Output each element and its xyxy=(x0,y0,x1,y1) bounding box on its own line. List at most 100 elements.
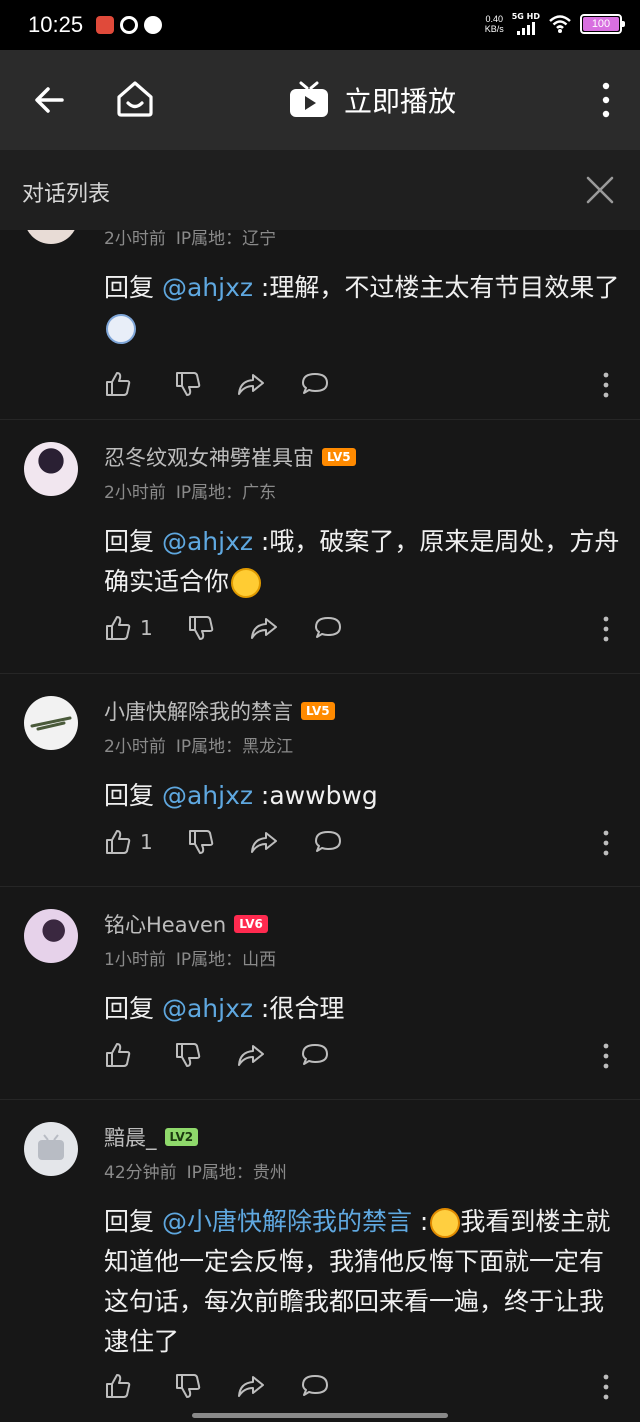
level-badge: LV2 xyxy=(164,1128,199,1146)
dislike-button[interactable] xyxy=(174,1041,202,1069)
dislike-button[interactable] xyxy=(174,370,202,398)
share-icon xyxy=(238,1045,264,1066)
comment-username[interactable]: 小唐快解除我的禁言 LV5 xyxy=(104,696,335,726)
comment-bubble-icon xyxy=(314,831,341,852)
reply-button[interactable] xyxy=(313,614,343,642)
share-icon xyxy=(238,374,264,395)
avatar[interactable] xyxy=(24,442,78,496)
more-options-icon[interactable] xyxy=(596,80,616,120)
thumbs-down-icon xyxy=(188,830,213,854)
share-button[interactable] xyxy=(249,614,279,642)
comment-item: 2小时前 IP属地：辽宁 回复 @ahjxz :理解，不过楼主太有节目效果了 xyxy=(0,230,640,420)
like-button[interactable]: 1 xyxy=(104,614,153,642)
reply-prefix: 回复 xyxy=(104,527,162,556)
thumbs-up-icon xyxy=(106,372,131,396)
comment-more-icon[interactable] xyxy=(602,1043,610,1069)
comment-more-icon[interactable] xyxy=(602,372,610,398)
home-icon[interactable] xyxy=(114,78,156,120)
like-button[interactable] xyxy=(104,1041,140,1069)
dislike-button[interactable] xyxy=(174,1372,202,1400)
battery-level: 100 xyxy=(583,16,619,31)
share-button[interactable] xyxy=(249,828,279,856)
net-speed-unit: KB/s xyxy=(484,23,504,34)
comment-more-icon[interactable] xyxy=(602,616,610,642)
comment-actions xyxy=(104,370,364,398)
ip-location: 广东 xyxy=(242,483,277,503)
comment-actions: 1 xyxy=(104,614,377,642)
wifi-icon xyxy=(549,14,571,33)
ip-label: IP属地： xyxy=(175,230,243,249)
fan-icon xyxy=(120,16,138,34)
avatar[interactable] xyxy=(24,909,78,963)
comment-actions xyxy=(104,1041,364,1069)
level-badge: LV5 xyxy=(322,448,356,466)
mention-link[interactable]: @小唐快解除我的禁言 xyxy=(162,1207,412,1236)
dislike-button[interactable] xyxy=(187,614,215,642)
comment-time: 1小时前 xyxy=(104,950,166,970)
dialog-title: 对话列表 xyxy=(22,182,111,207)
comment-actions: 1 xyxy=(104,828,377,856)
reply-prefix: 回复 xyxy=(104,781,162,810)
close-icon[interactable] xyxy=(584,174,616,206)
ip-location: 黑龙江 xyxy=(242,737,294,757)
tv-play-icon xyxy=(290,81,328,117)
comment-item: 忍冬纹观女神劈崔具宙 LV5 2小时前 IP属地：广东 回复 @ahjxz :哦，… xyxy=(0,420,640,674)
ip-location: 辽宁 xyxy=(242,230,277,249)
comment-bubble-icon xyxy=(314,617,341,638)
share-button[interactable] xyxy=(236,370,266,398)
like-button[interactable] xyxy=(104,1372,140,1400)
cellular-signal-icon: 5G HD xyxy=(512,12,540,35)
ip-label: IP属地： xyxy=(186,1163,253,1183)
back-arrow-icon[interactable] xyxy=(30,80,70,120)
like-button[interactable]: 1 xyxy=(104,828,153,856)
dislike-button[interactable] xyxy=(187,828,215,856)
avatar[interactable] xyxy=(24,230,78,244)
comment-more-icon[interactable] xyxy=(602,1374,610,1400)
comment-bubble-icon xyxy=(302,373,328,394)
thumbs-down-icon xyxy=(188,616,213,640)
avatar[interactable] xyxy=(24,1122,78,1176)
status-right: 0.40 KB/s 5G HD 100 xyxy=(485,12,625,35)
avatar[interactable] xyxy=(24,696,78,750)
mention-link[interactable]: @ahjxz xyxy=(162,527,253,556)
share-button[interactable] xyxy=(236,1041,266,1069)
reply-button[interactable] xyxy=(300,370,330,398)
thumbs-down-icon xyxy=(176,372,201,396)
comment-text: 回复 @ahjxz :很合理 xyxy=(104,989,620,1029)
mention-link[interactable]: @ahjxz xyxy=(162,994,253,1023)
comment-text: 回复 @ahjxz :哦，破案了，原来是周处，方舟确实适合你 xyxy=(104,522,620,602)
comment-time: 2小时前 xyxy=(104,483,166,503)
nav-title: 立即播放 xyxy=(344,85,457,118)
comment-text: 回复 @ahjxz :awwbwg xyxy=(104,776,620,816)
reply-prefix: 回复 xyxy=(104,273,162,302)
comment-text: 回复 @小唐快解除我的禁言 : 我看到楼主就知道他一定会反悔，我猜他反悔下面就一定… xyxy=(104,1202,620,1362)
ip-location: 山西 xyxy=(242,950,277,970)
thumbs-down-icon xyxy=(176,1374,201,1398)
status-bar: 10:25 0.40 KB/s 5G HD 100 xyxy=(0,0,640,50)
network-speed: 0.40 KB/s xyxy=(485,14,504,34)
notification-icons xyxy=(96,16,162,34)
mention-link[interactable]: @ahjxz xyxy=(162,781,253,810)
like-button[interactable] xyxy=(104,370,140,398)
reply-button[interactable] xyxy=(300,1041,330,1069)
play-now-button[interactable]: 立即播放 xyxy=(288,80,456,120)
ip-label: IP属地： xyxy=(175,950,243,970)
mention-link[interactable]: @ahjxz xyxy=(162,273,253,302)
avatar-image xyxy=(30,716,72,731)
comment-username[interactable]: 忍冬纹观女神劈崔具宙 LV5 xyxy=(104,442,356,472)
emoji-icon xyxy=(430,1208,461,1238)
reply-button[interactable] xyxy=(313,828,343,856)
reply-prefix: 回复 xyxy=(104,1207,162,1236)
ip-label: IP属地： xyxy=(175,737,243,757)
share-button[interactable] xyxy=(236,1372,266,1400)
home-indicator[interactable] xyxy=(192,1413,448,1418)
comment-more-icon[interactable] xyxy=(602,830,610,856)
level-badge: LV5 xyxy=(301,702,335,720)
comment-list[interactable]: 2小时前 IP属地：辽宁 回复 @ahjxz :理解，不过楼主太有节目效果了 忍… xyxy=(0,230,640,1422)
comment-username[interactable]: 铭心Heaven LV6 xyxy=(104,909,268,939)
comment-item: 铭心Heaven LV6 1小时前 IP属地：山西 回复 @ahjxz :很合理 xyxy=(0,887,640,1100)
network-type: 5G HD xyxy=(511,12,540,21)
reply-button[interactable] xyxy=(300,1372,330,1400)
share-icon xyxy=(250,832,277,853)
comment-username[interactable]: 黯晨_ LV2 xyxy=(104,1122,199,1152)
